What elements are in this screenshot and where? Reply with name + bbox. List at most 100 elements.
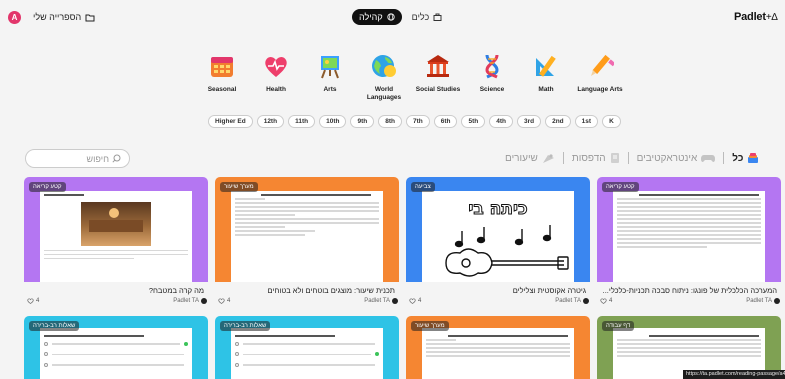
heart-outline-icon xyxy=(409,298,416,304)
likes[interactable]: 4 xyxy=(409,298,421,304)
subject-health[interactable]: Health xyxy=(249,52,303,102)
owner-name: Padlet TA xyxy=(173,298,199,304)
template-card[interactable]: שאלות רב-ברירה xyxy=(215,316,399,379)
likes[interactable]: 4 xyxy=(27,298,39,304)
heart-outline-icon xyxy=(27,298,34,304)
owner-name: Padlet TA xyxy=(746,298,772,304)
subject-world-languages[interactable]: World Languages xyxy=(357,52,411,102)
toolbox-icon xyxy=(433,13,442,21)
gamepad-icon xyxy=(701,155,716,162)
template-card[interactable]: קטע קריאה המערכה הכלכלית של פונגו: ניתוח… xyxy=(597,177,781,309)
tab-tools[interactable]: כלים xyxy=(412,12,443,22)
grade-chip[interactable]: 7th xyxy=(405,115,430,128)
card-footer: 4 Padlet TA xyxy=(600,298,780,304)
owner-name: Padlet TA xyxy=(555,298,581,304)
calendar-icon xyxy=(208,52,236,80)
tab-community[interactable]: קהילה xyxy=(352,9,402,25)
card-owner[interactable]: Padlet TA xyxy=(173,298,207,304)
card-preview xyxy=(613,191,765,282)
globe-icon xyxy=(370,52,398,80)
template-card[interactable]: כיתה בי צביעה גיטרה אקוסטית וצלילים 4 Pa… xyxy=(406,177,590,309)
card-preview xyxy=(40,328,192,379)
owner-avatar xyxy=(774,298,780,304)
grade-chip[interactable]: 3rd xyxy=(516,115,542,128)
top-bar: A הספרייה שלי קהילה כלים Padlet+∆ xyxy=(0,0,785,34)
template-card[interactable]: קטע קריאה מה קרה במטבח? 4 Padlet TA xyxy=(24,177,208,309)
subject-list: Seasonal Health Arts World Languages Soc… xyxy=(195,52,627,102)
grade-chip[interactable]: Higher Ed xyxy=(208,115,253,128)
template-card[interactable]: מערך שיעור תכנית שיעור: מוצגים בוטחים ול… xyxy=(215,177,399,309)
card-badge: דף עבודה xyxy=(602,321,635,331)
brand-suffix: +∆ xyxy=(765,12,778,23)
subject-social-studies[interactable]: Social Studies xyxy=(411,52,465,102)
top-tabs: קהילה כלים xyxy=(352,9,442,25)
padlet-logo[interactable]: Padlet+∆ xyxy=(734,11,778,23)
document-icon xyxy=(610,153,619,163)
search-input[interactable]: חיפוש xyxy=(25,149,130,168)
search-icon xyxy=(112,154,121,163)
stack-icon xyxy=(748,153,759,163)
grade-chip[interactable]: 4th xyxy=(489,115,513,128)
search-placeholder: חיפוש xyxy=(86,153,109,164)
brand-name: Padlet xyxy=(734,11,766,23)
card-badge: מערך שיעור xyxy=(411,321,449,331)
grade-chip[interactable]: 11th xyxy=(288,115,316,128)
card-badge: שאלות רב-ברירה xyxy=(29,321,80,331)
building-icon xyxy=(424,52,452,80)
subject-seasonal[interactable]: Seasonal xyxy=(195,52,249,102)
card-owner[interactable]: Padlet TA xyxy=(364,298,398,304)
filter-all[interactable]: כל xyxy=(732,152,759,164)
grade-chip[interactable]: 12th xyxy=(256,115,285,128)
grade-filter: Higher Ed 12th 11th 10th 9th 8th 7th 6th… xyxy=(208,115,621,128)
card-badge: קטע קריאה xyxy=(29,182,66,192)
filter-lessons[interactable]: שיעורים xyxy=(505,153,555,164)
grade-chip[interactable]: 9th xyxy=(350,115,375,128)
filter-printables[interactable]: הדפסות xyxy=(572,152,620,164)
subject-arts[interactable]: Arts xyxy=(303,52,357,102)
subject-math[interactable]: Math xyxy=(519,52,573,102)
type-filters: שיעורים הדפסות אינטראקטיבים כל xyxy=(497,152,759,164)
card-preview xyxy=(231,328,383,379)
dna-icon xyxy=(478,52,506,80)
grade-chip[interactable]: 8th xyxy=(378,115,402,128)
filter-interactive[interactable]: אינטראקטיבים xyxy=(637,153,716,164)
grade-chip[interactable]: 10th xyxy=(319,115,347,128)
template-card[interactable]: שאלות רב-ברירה xyxy=(24,316,208,379)
grade-chip[interactable]: 6th xyxy=(433,115,458,128)
card-footer: 4 Padlet TA xyxy=(27,298,207,304)
card-preview xyxy=(231,191,383,282)
divider xyxy=(627,152,629,164)
globe-icon xyxy=(387,13,395,21)
grade-chip[interactable]: 5th xyxy=(461,115,486,128)
subject-science[interactable]: Science xyxy=(465,52,519,102)
my-library-link[interactable]: הספרייה שלי xyxy=(33,12,95,22)
template-card[interactable]: מערך שיעור xyxy=(406,316,590,379)
likes[interactable]: 4 xyxy=(600,298,612,304)
likes-count: 4 xyxy=(227,298,231,304)
tab-community-label: קהילה xyxy=(359,12,383,22)
avatar[interactable]: A xyxy=(8,11,21,24)
easel-icon xyxy=(316,52,344,80)
subject-language-arts[interactable]: Language Arts xyxy=(573,52,627,102)
likes[interactable]: 4 xyxy=(218,298,230,304)
card-preview xyxy=(40,191,192,282)
subject-label: Language Arts xyxy=(577,86,623,93)
subject-label: Science xyxy=(479,86,505,93)
my-library-label: הספרייה שלי xyxy=(33,12,82,22)
filter-lessons-label: שיעורים xyxy=(505,152,538,164)
grade-chip[interactable]: 1st xyxy=(574,115,599,128)
owner-name: Padlet TA xyxy=(364,298,390,304)
status-bar-url: https://ta.padlet.com/reading-passage/a4… xyxy=(683,370,785,379)
divider xyxy=(562,152,564,164)
ruler-icon xyxy=(532,52,560,80)
grade-chip[interactable]: K xyxy=(602,115,621,128)
card-footer: 4 Padlet TA xyxy=(409,298,589,304)
likes-count: 4 xyxy=(36,298,40,304)
card-title: מה קרה במטבח? xyxy=(148,286,204,295)
card-owner[interactable]: Padlet TA xyxy=(555,298,589,304)
likes-count: 4 xyxy=(418,298,422,304)
card-owner[interactable]: Padlet TA xyxy=(746,298,780,304)
card-preview xyxy=(422,328,574,379)
guitar-drawing xyxy=(445,225,569,277)
grade-chip[interactable]: 2nd xyxy=(545,115,571,128)
